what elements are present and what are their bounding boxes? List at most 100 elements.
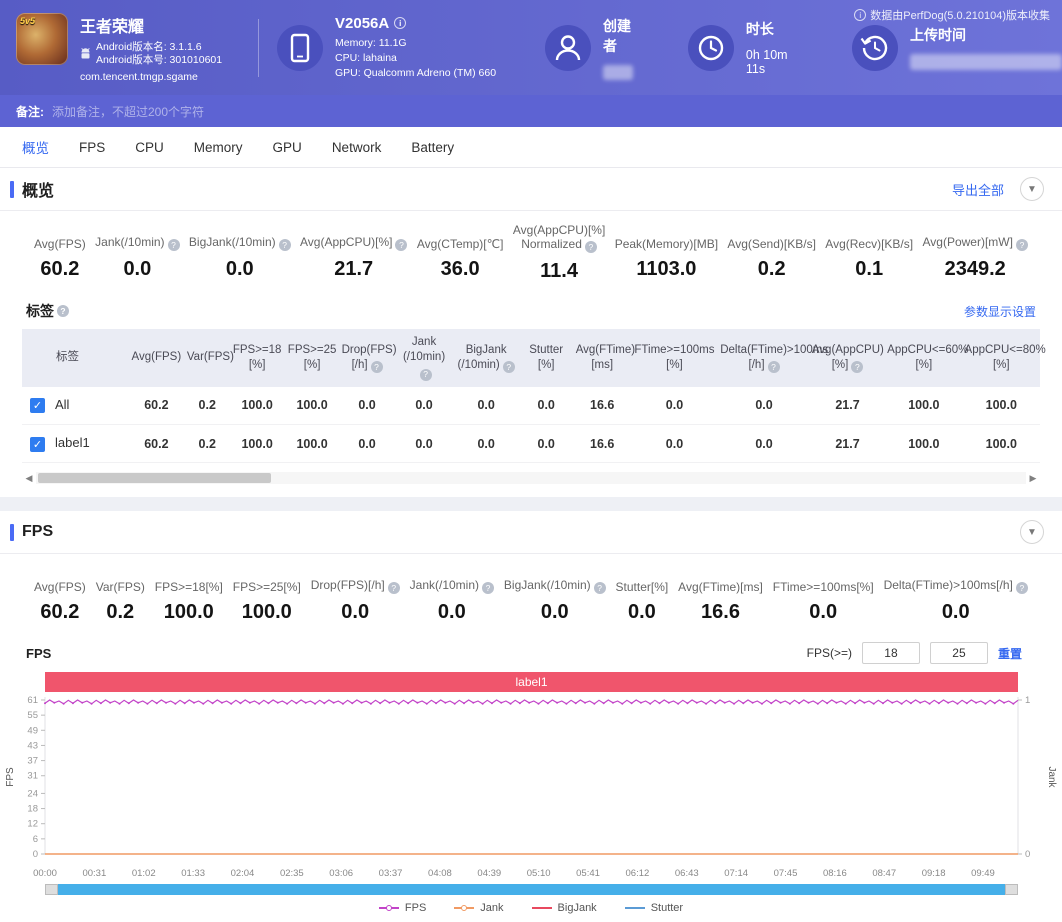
tab-Network[interactable]: Network: [332, 140, 382, 155]
fps-threshold-label: FPS(>=): [807, 646, 852, 660]
duration-value: 0h 10m 11s: [746, 48, 804, 76]
stat-label: FPS>=18[%]: [155, 566, 223, 594]
info-icon[interactable]: ?: [420, 369, 432, 381]
table-cell: 100.0: [230, 425, 285, 463]
table-cell: 0.0: [340, 425, 395, 463]
fps-stat-9: FTime>=100ms[%]0.0: [773, 566, 874, 624]
fps-chart-svg: 061218243137434955610100:0000:3101:0201:…: [0, 692, 1062, 882]
svg-text:12: 12: [27, 819, 38, 830]
tab-概览[interactable]: 概览: [22, 137, 49, 157]
table-horizontal-scrollbar[interactable]: ◀ ▶: [22, 471, 1040, 485]
legend-item-BigJank[interactable]: BigJank: [532, 902, 597, 914]
info-icon[interactable]: ?: [768, 361, 780, 373]
tab-CPU[interactable]: CPU: [135, 140, 164, 155]
overview-stat-5: Avg(AppCPU)[%]Normalized?11.4: [513, 223, 605, 283]
svg-text:31: 31: [27, 771, 38, 782]
fps-stat-6: BigJank(/10min)?0.0: [504, 566, 606, 624]
tab-Memory[interactable]: Memory: [194, 140, 243, 155]
device-model: V2056A: [335, 15, 389, 32]
legend-item-FPS[interactable]: FPS: [379, 902, 426, 914]
scroll-right-arrow-icon[interactable]: ▶: [1026, 473, 1040, 484]
info-icon[interactable]: ?: [594, 582, 606, 594]
tab-Battery[interactable]: Battery: [411, 140, 454, 155]
upload-time-icon: [852, 25, 898, 71]
device-info-block: V2056A i Memory: 11.1G CPU: lahaina GPU:…: [277, 15, 519, 81]
overview-stat-7: Avg(Send)[KB/s]0.2: [727, 223, 816, 283]
range-handle-left[interactable]: [45, 884, 58, 895]
device-info-icon[interactable]: i: [394, 17, 406, 29]
column-header: Var(FPS): [185, 329, 230, 387]
reset-button[interactable]: 重置: [998, 645, 1022, 662]
info-icon[interactable]: ?: [503, 361, 515, 373]
stat-label: Delta(FTime)>100ms[/h]?: [884, 566, 1028, 594]
legend-item-Jank[interactable]: Jank: [454, 902, 503, 914]
svg-text:1: 1: [1025, 695, 1030, 706]
scroll-left-arrow-icon[interactable]: ◀: [22, 473, 36, 484]
scrollbar-track[interactable]: [36, 472, 1026, 484]
stat-label: Avg(AppCPU)[%]Normalized?: [513, 223, 605, 253]
table-cell: 16.6: [574, 387, 631, 425]
info-icon[interactable]: ?: [395, 239, 407, 251]
stat-label: Peak(Memory)[MB]: [615, 223, 718, 251]
legend-item-Stutter[interactable]: Stutter: [625, 902, 683, 914]
collapse-fps-button[interactable]: ▼: [1020, 520, 1044, 544]
duration-label: 时长: [746, 19, 804, 39]
table-cell: 0.0: [718, 425, 810, 463]
stat-label: Stutter[%]: [616, 566, 669, 594]
info-icon[interactable]: ?: [279, 239, 291, 251]
fps-chart[interactable]: 061218243137434955610100:0000:3101:0201:…: [0, 692, 1062, 882]
info-icon[interactable]: ?: [482, 582, 494, 594]
column-header: Jank(/10min)?: [395, 329, 454, 387]
table-cell: 60.2: [128, 387, 185, 425]
fps-threshold-input-1[interactable]: [862, 642, 920, 664]
overview-stat-8: Avg(Recv)[KB/s]0.1: [825, 223, 913, 283]
android-version-code: Android版本号: 301010601: [96, 54, 222, 67]
info-icon[interactable]: ?: [585, 241, 597, 253]
scrollbar-thumb[interactable]: [38, 473, 271, 483]
param-display-settings-link[interactable]: 参数显示设置: [964, 303, 1036, 320]
stat-label: FTime>=100ms[%]: [773, 566, 874, 594]
info-icon[interactable]: ?: [371, 361, 383, 373]
section-accent-bar: [10, 181, 14, 198]
column-header: AppCPU<=80%[%]: [963, 329, 1040, 387]
stat-label: FPS>=25[%]: [233, 566, 301, 594]
table-cell: 100.0: [230, 387, 285, 425]
column-header: FPS>=18[%]: [230, 329, 285, 387]
range-handle-right[interactable]: [1005, 884, 1018, 895]
tab-GPU[interactable]: GPU: [273, 140, 302, 155]
column-header: Drop(FPS)[/h]?: [340, 329, 395, 387]
column-header: Stutter[%]: [519, 329, 574, 387]
svg-text:18: 18: [27, 804, 38, 815]
row-checkbox[interactable]: ✓: [30, 437, 45, 452]
table-cell: 0.0: [454, 387, 519, 425]
info-icon[interactable]: ?: [388, 582, 400, 594]
overview-stats-row: Avg(FPS)60.2Jank(/10min)?0.0BigJank(/10m…: [0, 211, 1062, 299]
info-icon[interactable]: ?: [851, 361, 863, 373]
note-input[interactable]: 备注: 添加备注，不超过200个字符: [0, 95, 1062, 127]
row-checkbox[interactable]: ✓: [30, 398, 45, 413]
table-cell: 0.0: [718, 387, 810, 425]
column-header: Avg(FPS): [128, 329, 185, 387]
app-icon: 5v5: [16, 13, 68, 65]
stat-value: 100.0: [155, 601, 223, 624]
chart-range-scrollbar[interactable]: [45, 884, 1018, 895]
info-icon[interactable]: ?: [1016, 582, 1028, 594]
labels-info-icon[interactable]: ?: [57, 305, 69, 317]
stat-label: Avg(CTemp)[℃]: [417, 223, 504, 251]
fps-threshold-input-2[interactable]: [930, 642, 988, 664]
collapse-overview-button[interactable]: ▼: [1020, 177, 1044, 201]
svg-text:07:14: 07:14: [724, 868, 748, 879]
fps-stat-4: Drop(FPS)[/h]?0.0: [311, 566, 400, 624]
tab-FPS[interactable]: FPS: [79, 140, 105, 155]
column-header: FPS>=25[%]: [285, 329, 340, 387]
table-cell: 0.0: [395, 387, 454, 425]
export-all-link[interactable]: 导出全部: [952, 180, 1004, 199]
info-icon[interactable]: ?: [1016, 239, 1028, 251]
legend-label: FPS: [405, 902, 426, 914]
svg-text:43: 43: [27, 740, 38, 751]
svg-text:02:04: 02:04: [231, 868, 255, 879]
stat-value: 0.0: [410, 601, 494, 624]
stat-value: 0.2: [727, 258, 816, 281]
info-icon[interactable]: ?: [168, 239, 180, 251]
legend-marker: [454, 904, 474, 912]
